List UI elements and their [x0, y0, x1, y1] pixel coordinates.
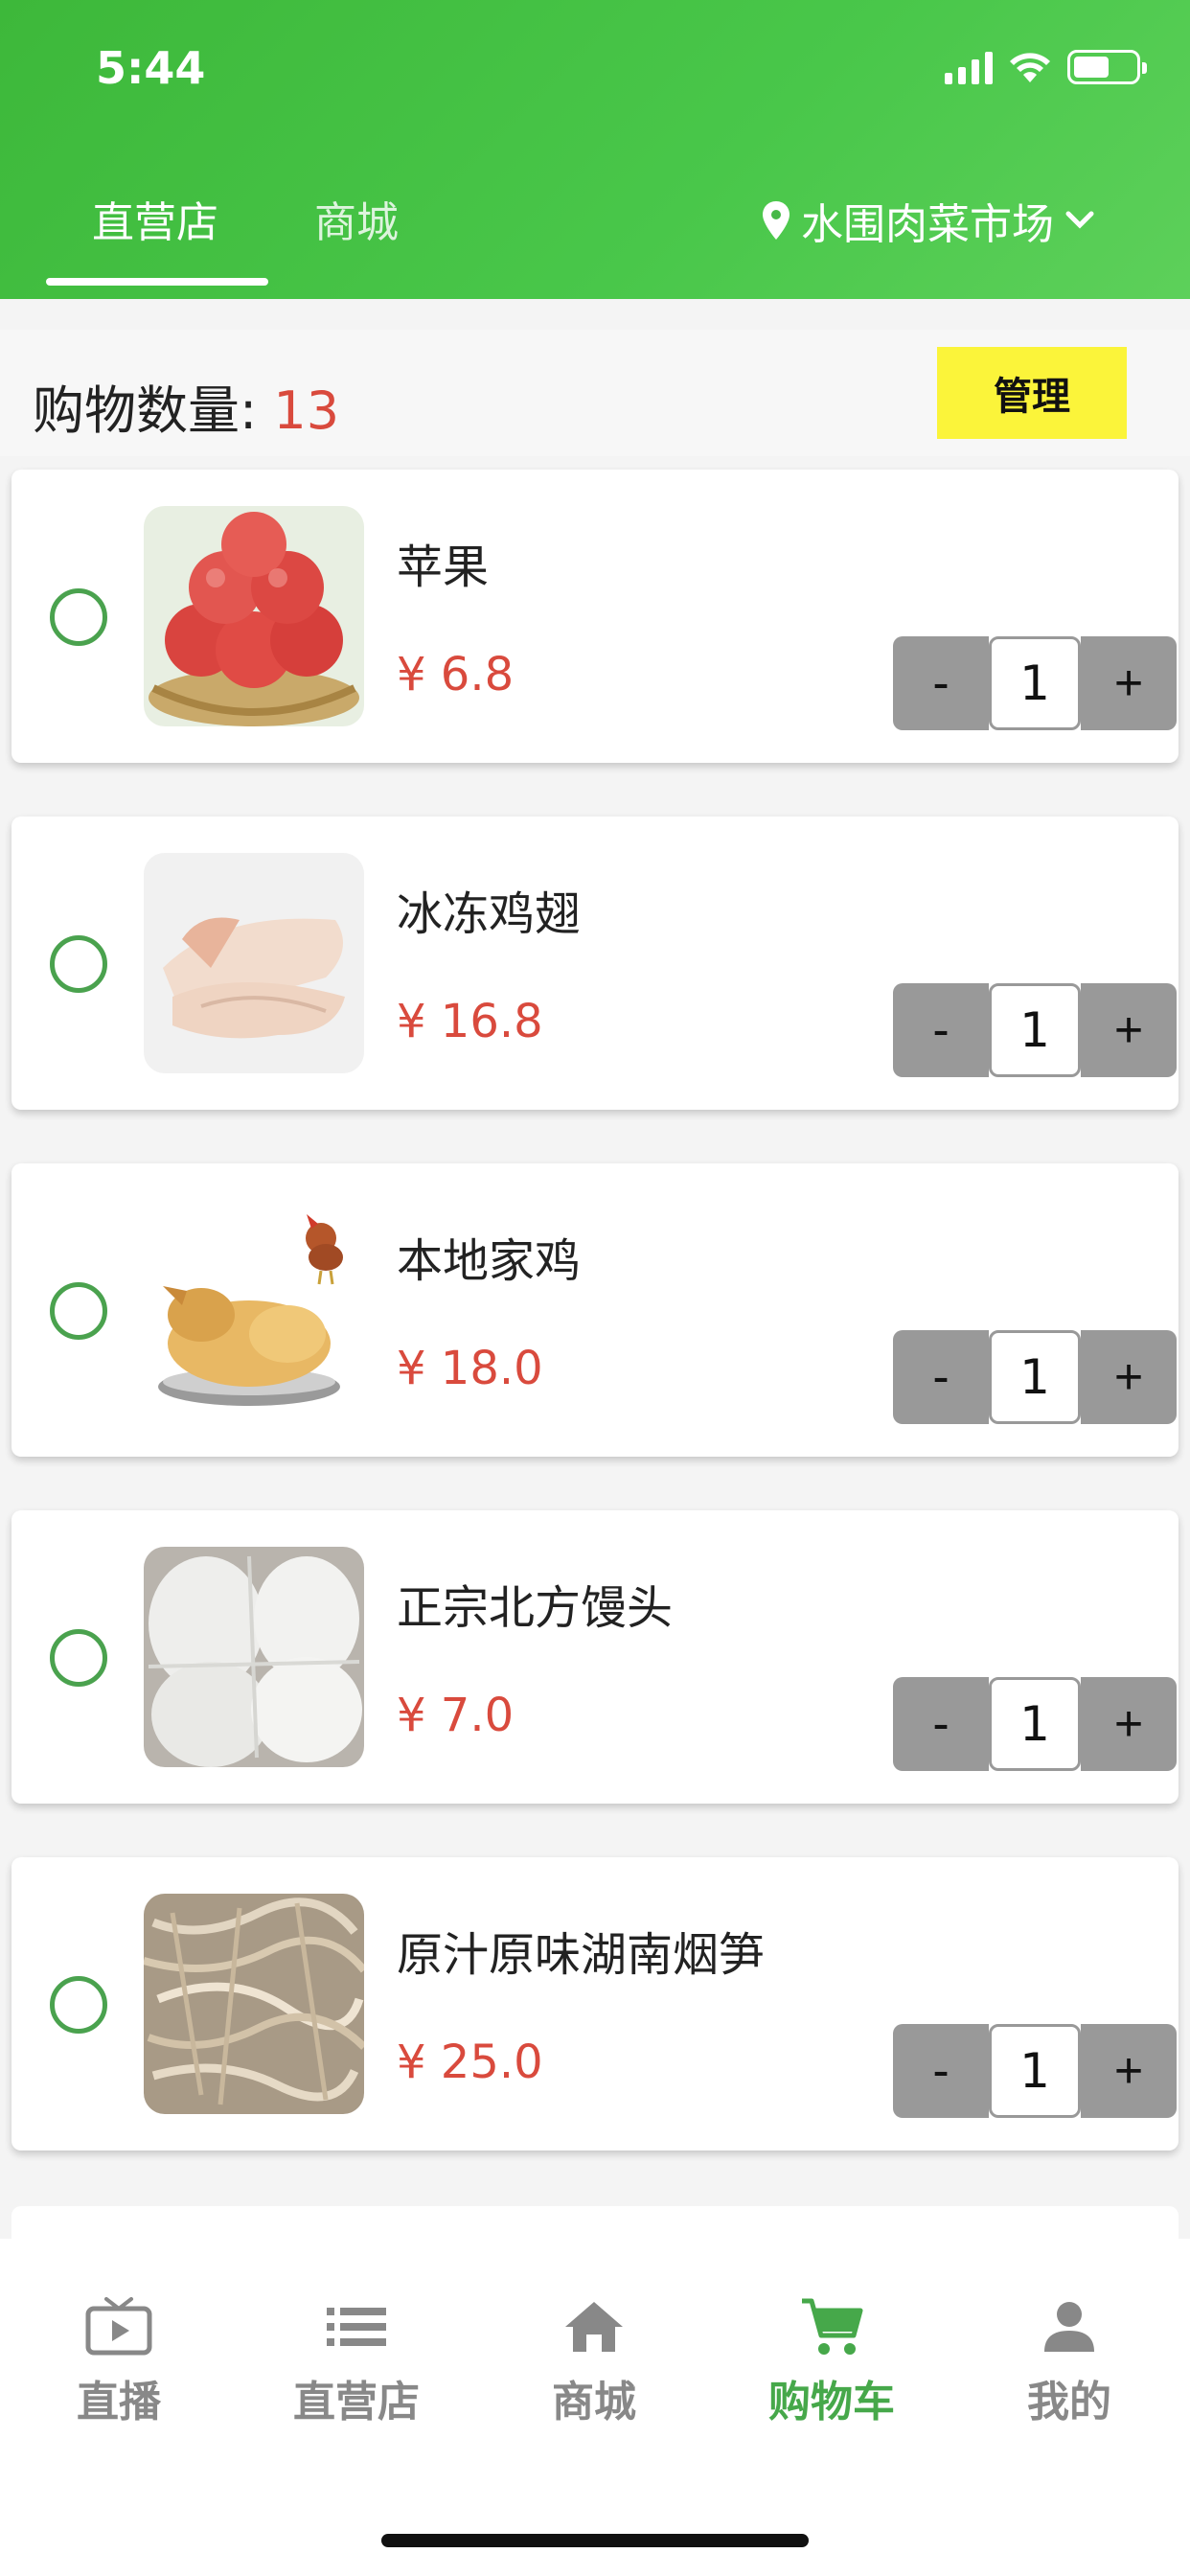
select-radio[interactable]: [50, 1976, 107, 2034]
nav-item-mall[interactable]: 商城: [475, 2296, 713, 2428]
cart-item: 正宗北方馒头 ¥ 7.0 - 1 +: [11, 1510, 1179, 1804]
select-radio[interactable]: [50, 1629, 107, 1687]
list-icon: [322, 2296, 391, 2358]
product-image-apples[interactable]: [144, 506, 364, 726]
quantity-value[interactable]: 1: [989, 1330, 1081, 1424]
quantity-value[interactable]: 1: [989, 983, 1081, 1077]
nav-label: 商城: [552, 2378, 636, 2426]
product-name: 正宗北方馒头: [397, 1581, 674, 1635]
cart-item: 冰冻鸡翅 ¥ 16.8 - 1 +: [11, 816, 1179, 1110]
tv-icon: [84, 2296, 153, 2358]
tab-direct-store[interactable]: 直营店: [92, 188, 218, 249]
quantity-stepper: - 1 +: [893, 983, 1177, 1077]
increase-quantity-button[interactable]: +: [1081, 983, 1177, 1077]
nav-label: 我的: [1027, 2378, 1111, 2426]
nav-item-live[interactable]: 直播: [0, 2296, 238, 2428]
decrease-quantity-button[interactable]: -: [893, 1677, 989, 1771]
active-tab-indicator: [46, 278, 268, 286]
chevron-down-icon: [1065, 211, 1094, 229]
product-image-chicken-wings[interactable]: [144, 853, 364, 1073]
product-image-whole-chicken[interactable]: [144, 1200, 364, 1420]
top-header: 5:44 直营店 商城 水围肉菜市场: [0, 0, 1190, 299]
product-image-dried-bamboo-shoots[interactable]: [144, 1894, 364, 2114]
cart-item: 苹果 ¥ 6.8 - 1 +: [11, 470, 1179, 763]
cart-item: 原汁原味湖南烟笋 ¥ 25.0 - 1 +: [11, 1857, 1179, 2150]
select-radio[interactable]: [50, 1282, 107, 1340]
cart-count-text: 购物数量:: [33, 380, 274, 441]
location-label: 水围肉菜市场: [801, 200, 1054, 249]
quantity-stepper: - 1 +: [893, 2024, 1177, 2118]
home-indicator[interactable]: [381, 2534, 809, 2547]
select-radio[interactable]: [50, 588, 107, 646]
product-image-steamed-buns[interactable]: [144, 1547, 364, 1767]
location-selector[interactable]: 水围肉菜市场: [763, 190, 1094, 251]
person-icon: [1035, 2296, 1104, 2358]
product-name: 苹果: [397, 540, 490, 594]
battery-icon: [1067, 50, 1147, 84]
decrease-quantity-button[interactable]: -: [893, 1330, 989, 1424]
status-time: 5:44: [96, 42, 206, 94]
cart-icon: [797, 2296, 866, 2358]
increase-quantity-button[interactable]: +: [1081, 1677, 1177, 1771]
increase-quantity-button[interactable]: +: [1081, 1330, 1177, 1424]
nav-label: 直播: [77, 2378, 161, 2426]
status-icons: [945, 50, 1147, 84]
manage-button[interactable]: 管理: [937, 347, 1127, 439]
location-pin-icon: [763, 201, 790, 240]
cart-count-label: 购物数量: 13: [33, 368, 339, 444]
quantity-value[interactable]: 1: [989, 636, 1081, 730]
product-name: 原汁原味湖南烟笋: [397, 1928, 766, 1982]
increase-quantity-button[interactable]: +: [1081, 2024, 1177, 2118]
product-price: ¥ 18.0: [397, 1342, 543, 1395]
quantity-stepper: - 1 +: [893, 1330, 1177, 1424]
bottom-navigation: 直播 直营店 商城 购物车 我的: [0, 2239, 1190, 2576]
nav-item-cart[interactable]: 购物车: [713, 2296, 950, 2428]
increase-quantity-button[interactable]: +: [1081, 636, 1177, 730]
cart-count-value: 13: [273, 380, 340, 441]
nav-label: 直营店: [293, 2378, 420, 2426]
product-price: ¥ 7.0: [397, 1689, 515, 1742]
product-name: 冰冻鸡翅: [397, 887, 582, 941]
quantity-value[interactable]: 1: [989, 1677, 1081, 1771]
product-price: ¥ 25.0: [397, 2036, 543, 2089]
select-radio[interactable]: [50, 935, 107, 993]
cart-item: 本地家鸡 ¥ 18.0 - 1 +: [11, 1163, 1179, 1457]
decrease-quantity-button[interactable]: -: [893, 636, 989, 730]
quantity-stepper: - 1 +: [893, 636, 1177, 730]
quantity-value[interactable]: 1: [989, 2024, 1081, 2118]
product-price: ¥ 16.8: [397, 995, 543, 1048]
product-name: 本地家鸡: [397, 1234, 582, 1288]
signal-icon: [945, 52, 993, 84]
nav-item-direct-store[interactable]: 直营店: [238, 2296, 475, 2428]
product-price: ¥ 6.8: [397, 648, 515, 702]
quantity-stepper: - 1 +: [893, 1677, 1177, 1771]
decrease-quantity-button[interactable]: -: [893, 2024, 989, 2118]
decrease-quantity-button[interactable]: -: [893, 983, 989, 1077]
nav-label: 购物车: [768, 2378, 895, 2426]
home-icon: [560, 2296, 629, 2358]
wifi-icon: [1010, 53, 1050, 82]
tab-mall[interactable]: 商城: [314, 188, 399, 249]
nav-item-profile[interactable]: 我的: [950, 2296, 1188, 2428]
